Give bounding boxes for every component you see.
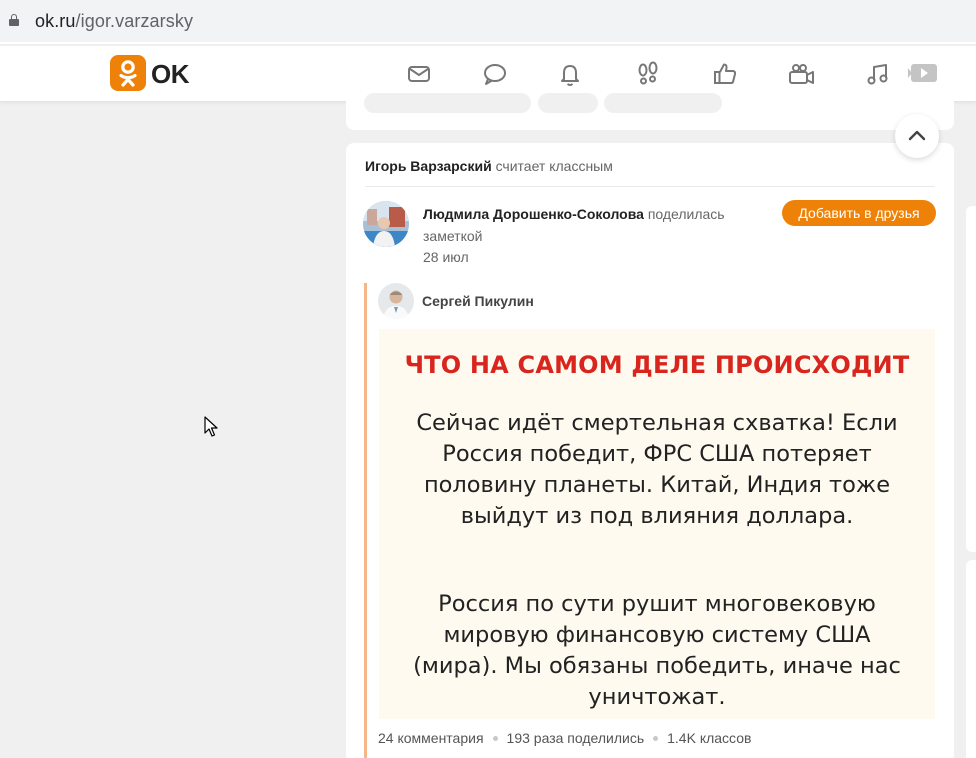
post-author-link[interactable]: Людмила Дорошенко-Соколова bbox=[423, 206, 644, 222]
play-icon[interactable] bbox=[908, 60, 938, 88]
shares-count-link[interactable]: 193 раза поделились bbox=[507, 730, 645, 746]
repost-author-link[interactable]: Сергей Пикулин bbox=[422, 293, 534, 309]
post-image-headline: ЧТО НА САМОМ ДЕЛЕ ПРОИСХОДИТ bbox=[404, 351, 910, 379]
post-stats: 24 комментария 193 раза поделились 1.4K кл… bbox=[378, 730, 751, 746]
author-avatar[interactable] bbox=[363, 201, 409, 247]
share-button[interactable] bbox=[538, 93, 598, 113]
likes-count-link[interactable]: 1.4K классов bbox=[667, 730, 751, 746]
separator-dot bbox=[653, 736, 659, 741]
comments-count-link[interactable]: 24 комментария bbox=[378, 730, 484, 746]
video-camera-icon[interactable] bbox=[787, 60, 815, 88]
post-image-paragraph-1: Сейчас идёт смертельная схватка! Если Ро… bbox=[416, 410, 898, 529]
bell-icon[interactable] bbox=[556, 60, 584, 88]
post-author-line: Людмила Дорошенко-Соколова поделилась за… bbox=[423, 203, 773, 247]
browser-address-bar: ok.ru/igor.varzarsky bbox=[0, 0, 976, 44]
mail-icon[interactable] bbox=[405, 60, 433, 88]
logo-text[interactable]: OK bbox=[151, 59, 190, 90]
activity-action: считает классным bbox=[495, 158, 613, 174]
url-domain: ok.ru bbox=[35, 11, 76, 31]
ok-logo-icon[interactable] bbox=[110, 55, 146, 91]
url-path: /igor.varzarsky bbox=[75, 11, 194, 31]
right-sidebar-card bbox=[966, 560, 976, 758]
thumbs-up-icon[interactable] bbox=[711, 60, 739, 88]
repost-author-avatar[interactable] bbox=[378, 283, 414, 319]
feed-post-card: Игорь Варзарский считает классным Людмил… bbox=[346, 143, 954, 758]
music-icon[interactable] bbox=[864, 60, 892, 88]
post-image[interactable]: ЧТО НА САМОМ ДЕЛЕ ПРОИСХОДИТ Сейчас идёт… bbox=[379, 329, 935, 719]
post-image-paragraph-2: Россия по сути рушит многовековую мирову… bbox=[413, 591, 901, 710]
previous-post-card bbox=[346, 93, 954, 130]
divider bbox=[365, 186, 935, 187]
scroll-to-top-button[interactable] bbox=[895, 114, 939, 158]
lock-icon[interactable] bbox=[9, 14, 19, 26]
add-friend-button[interactable]: Добавить в друзья bbox=[782, 200, 936, 226]
post-date[interactable]: 28 июл bbox=[423, 249, 469, 265]
like-button[interactable] bbox=[604, 93, 722, 113]
repost-quote-bar bbox=[364, 283, 367, 758]
url-text[interactable]: ok.ru/igor.varzarsky bbox=[35, 11, 193, 32]
activity-header: Игорь Варзарский считает классным bbox=[365, 158, 613, 174]
mouse-cursor-icon bbox=[204, 416, 218, 443]
separator-dot bbox=[492, 736, 498, 741]
chat-icon[interactable] bbox=[481, 60, 509, 88]
footprints-icon[interactable] bbox=[634, 60, 662, 88]
activity-actor-link[interactable]: Игорь Варзарский bbox=[365, 158, 492, 174]
comments-button[interactable] bbox=[364, 93, 531, 113]
chevron-up-icon bbox=[908, 130, 926, 141]
right-sidebar-card bbox=[966, 206, 976, 552]
